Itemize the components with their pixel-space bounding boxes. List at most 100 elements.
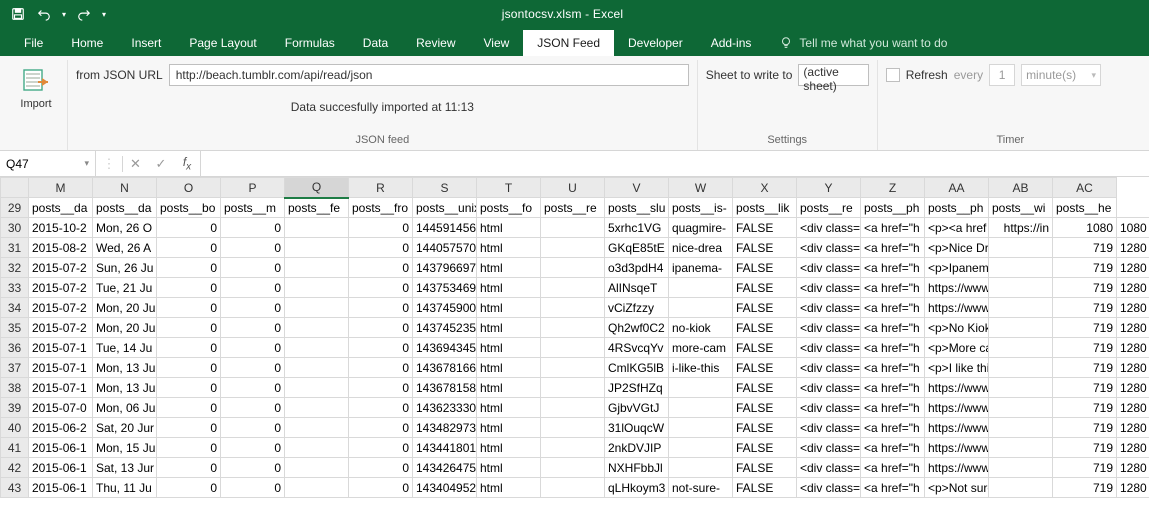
header-cell[interactable]: posts__wi — [989, 198, 1053, 218]
cell[interactable] — [285, 358, 349, 378]
cell[interactable]: <a href="h — [861, 478, 925, 498]
name-box[interactable]: Q47 — [0, 151, 96, 176]
cell[interactable]: 0 — [349, 458, 413, 478]
row-header[interactable]: 36 — [1, 338, 29, 358]
cell[interactable]: 1280 — [1117, 298, 1149, 318]
cell[interactable]: <div class= — [797, 258, 861, 278]
col-header-W[interactable]: W — [669, 178, 733, 198]
cell[interactable]: 2015-07-2 — [29, 318, 93, 338]
cell[interactable]: 0 — [157, 398, 221, 418]
cell[interactable]: AlINsqeT — [605, 278, 669, 298]
refresh-checkbox[interactable] — [886, 68, 900, 82]
cell[interactable]: <p>Nice Dream</p> — [925, 238, 989, 258]
cell[interactable]: Sat, 20 Jur — [93, 418, 157, 438]
cell[interactable]: FALSE — [733, 218, 797, 238]
header-cell[interactable]: posts__he — [1053, 198, 1117, 218]
cell[interactable]: 1280 — [1117, 398, 1149, 418]
cell[interactable] — [285, 458, 349, 478]
cell[interactable]: <p>I like this one. Fr — [925, 358, 989, 378]
tab-file[interactable]: File — [10, 30, 57, 56]
cell[interactable]: Mon, 20 Ju — [93, 298, 157, 318]
cell[interactable]: html — [477, 418, 541, 438]
cell[interactable]: <a href="h — [861, 318, 925, 338]
tab-home[interactable]: Home — [57, 30, 117, 56]
cell[interactable]: <p><a href — [925, 218, 989, 238]
cell[interactable]: <a href="h — [861, 418, 925, 438]
cell[interactable]: <a href="h — [861, 438, 925, 458]
cell[interactable]: Tue, 21 Ju — [93, 278, 157, 298]
cell[interactable]: Mon, 13 Ju — [93, 358, 157, 378]
cell[interactable]: html — [477, 258, 541, 278]
cell[interactable]: 1080 — [1053, 218, 1117, 238]
cell[interactable]: <div class= — [797, 478, 861, 498]
cell[interactable]: more-cam — [669, 338, 733, 358]
cell[interactable]: 1436781661 — [413, 358, 477, 378]
cell[interactable]: 1280 — [1117, 238, 1149, 258]
cell[interactable]: 0 — [221, 478, 285, 498]
cell[interactable]: vCiZfzzy — [605, 298, 669, 318]
cell[interactable] — [541, 298, 605, 318]
cell[interactable]: 0 — [157, 238, 221, 258]
cell[interactable]: 0 — [349, 238, 413, 258]
cell[interactable]: nice-drea — [669, 238, 733, 258]
cell[interactable]: 0 — [221, 278, 285, 298]
cell[interactable]: <div class= — [797, 438, 861, 458]
cell[interactable]: 1280 — [1117, 338, 1149, 358]
cell[interactable]: 2015-10-2 — [29, 218, 93, 238]
cell[interactable]: <div class= — [797, 298, 861, 318]
cell[interactable]: ipanema- — [669, 258, 733, 278]
cell[interactable]: <div class= — [797, 278, 861, 298]
row-header[interactable]: 30 — [1, 218, 29, 238]
row-header[interactable]: 39 — [1, 398, 29, 418]
cell[interactable]: 1445914565 — [413, 218, 477, 238]
cell[interactable] — [989, 478, 1053, 498]
col-header-AB[interactable]: AB — [989, 178, 1053, 198]
cell[interactable]: 0 — [349, 318, 413, 338]
cell[interactable] — [285, 318, 349, 338]
cell[interactable]: 1437459001 — [413, 298, 477, 318]
cell[interactable] — [541, 358, 605, 378]
cell[interactable]: <a href="h — [861, 458, 925, 478]
cell[interactable]: <p>More camels. I g — [925, 338, 989, 358]
cell[interactable]: Mon, 26 O — [93, 218, 157, 238]
header-cell[interactable]: posts__is- — [669, 198, 733, 218]
cell[interactable] — [285, 238, 349, 258]
cell[interactable] — [285, 478, 349, 498]
cell[interactable]: FALSE — [733, 298, 797, 318]
cell[interactable]: 0 — [349, 478, 413, 498]
cell[interactable] — [541, 238, 605, 258]
cell[interactable]: 0 — [157, 338, 221, 358]
cell[interactable]: 2015-06-1 — [29, 478, 93, 498]
cell[interactable]: 0 — [221, 218, 285, 238]
header-cell[interactable]: posts__m — [221, 198, 285, 218]
col-header-Y[interactable]: Y — [797, 178, 861, 198]
cell[interactable]: not-sure- — [669, 478, 733, 498]
cell[interactable]: 719 — [1053, 238, 1117, 258]
header-cell[interactable]: posts__slu — [605, 198, 669, 218]
cell[interactable] — [989, 398, 1053, 418]
cell[interactable]: 719 — [1053, 378, 1117, 398]
cell[interactable] — [541, 438, 605, 458]
cell[interactable]: 0 — [157, 278, 221, 298]
cell[interactable]: html — [477, 278, 541, 298]
cell[interactable]: <p>No Kiok</p> — [925, 318, 989, 338]
cell[interactable]: 31lOuqcW — [605, 418, 669, 438]
row-header[interactable]: 38 — [1, 378, 29, 398]
tab-data[interactable]: Data — [349, 30, 402, 56]
cell[interactable]: <a href="h — [861, 378, 925, 398]
cell[interactable]: <div class= — [797, 418, 861, 438]
header-cell[interactable]: posts__re — [797, 198, 861, 218]
tab-review[interactable]: Review — [402, 30, 469, 56]
cell[interactable]: qLHkoym3 — [605, 478, 669, 498]
cell[interactable] — [285, 378, 349, 398]
interval-input[interactable] — [989, 64, 1015, 86]
cell[interactable]: 719 — [1053, 458, 1117, 478]
cell[interactable] — [541, 378, 605, 398]
cell[interactable] — [541, 218, 605, 238]
cell[interactable]: NXHFbbJl — [605, 458, 669, 478]
tell-me[interactable]: Tell me what you want to do — [765, 30, 961, 56]
cell[interactable]: <a href="h — [861, 278, 925, 298]
col-header-X[interactable]: X — [733, 178, 797, 198]
col-header-T[interactable]: T — [477, 178, 541, 198]
cell[interactable]: 719 — [1053, 358, 1117, 378]
